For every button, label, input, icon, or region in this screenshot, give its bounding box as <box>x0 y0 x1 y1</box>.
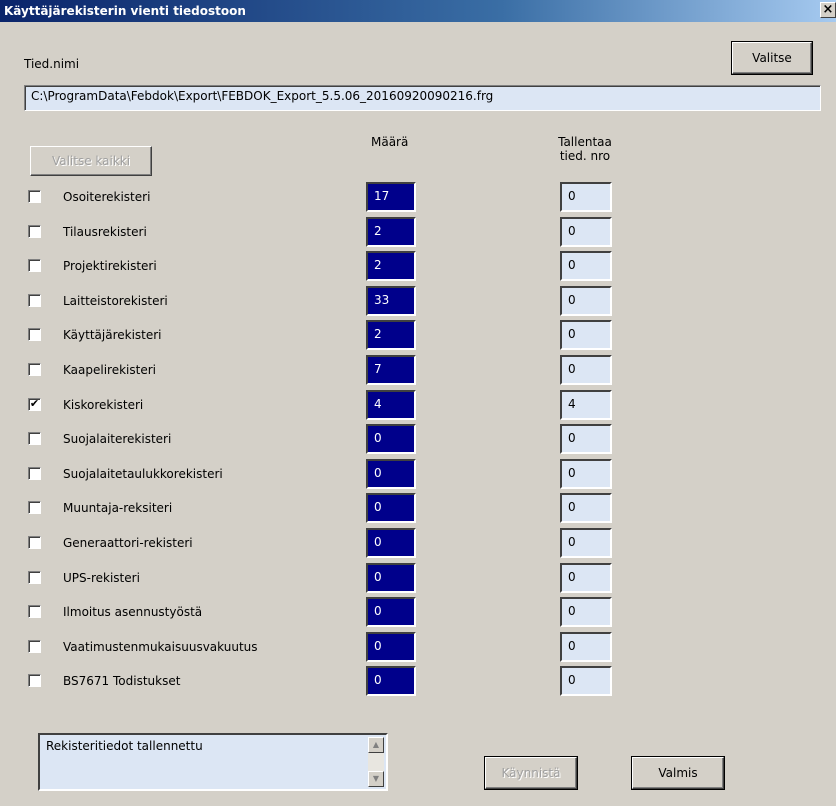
register-saved-number[interactable]: 0 <box>560 493 612 524</box>
register-label: Vaatimustenmukaisuusvakuutus <box>63 639 258 654</box>
register-row: Ilmoitus asennustyöstä 0 0 <box>0 597 836 628</box>
register-count: 4 <box>366 389 416 420</box>
register-checkbox[interactable] <box>28 605 41 619</box>
close-button[interactable]: × <box>820 2 836 18</box>
register-count: 2 <box>366 216 416 247</box>
register-row: ✔ Kiskorekisteri 4 4 <box>0 389 836 420</box>
register-count: 0 <box>366 562 416 593</box>
filename-label: Tied.nimi <box>24 57 80 71</box>
register-label: Muuntaja-reksiteri <box>63 501 173 516</box>
title-bar: Käyttäjärekisterin vienti tiedostoon × <box>0 0 836 22</box>
register-row: UPS-rekisteri 0 0 <box>0 562 836 593</box>
register-count: 0 <box>366 528 416 558</box>
status-text: Rekisteritiedot tallennettu <box>46 739 203 753</box>
register-saved-number[interactable]: 0 <box>560 631 612 662</box>
register-checkbox[interactable] <box>28 536 41 549</box>
register-count: 33 <box>366 285 416 316</box>
register-saved-number[interactable]: 0 <box>560 666 612 697</box>
register-label: Ilmoitus asennustyöstä <box>63 605 203 620</box>
register-label: Kiskorekisteri <box>63 397 144 412</box>
register-checkbox[interactable] <box>28 674 41 688</box>
register-checkbox[interactable] <box>28 639 41 653</box>
register-label: Suojalaiterekisteri <box>63 432 172 447</box>
register-label: Kaapelirekisteri <box>63 363 156 377</box>
register-row: Kaapelirekisteri 7 0 <box>0 355 836 385</box>
register-label: Projektirekisteri <box>63 259 157 274</box>
register-saved-number[interactable]: 0 <box>560 424 612 455</box>
register-row: Laitteistorekisteri 33 0 <box>0 285 836 316</box>
register-checkbox[interactable] <box>28 466 41 480</box>
status-scrollbar[interactable]: ▲ ▼ <box>368 737 384 787</box>
register-row: Generaattori-rekisteri 0 0 <box>0 528 836 558</box>
register-saved-number[interactable]: 0 <box>560 285 612 316</box>
register-checkbox[interactable] <box>28 432 41 446</box>
scroll-up-icon[interactable]: ▲ <box>368 737 384 753</box>
register-checkbox[interactable] <box>28 293 41 307</box>
done-button[interactable]: Valmis <box>631 756 725 790</box>
register-row: Muuntaja-reksiteri 0 0 <box>0 493 836 524</box>
register-saved-number[interactable]: 0 <box>560 320 612 351</box>
register-label: BS7671 Todistukset <box>63 674 181 689</box>
register-count: 0 <box>366 493 416 524</box>
filename-field[interactable]: C:\ProgramData\Febdok\Export\FEBDOK_Expo… <box>24 85 821 111</box>
register-row: Osoiterekisteri 17 0 <box>0 182 836 212</box>
register-row: Suojalaiterekisteri 0 0 <box>0 424 836 455</box>
register-label: Käyttäjärekisteri <box>63 328 162 343</box>
register-row: Käyttäjärekisteri 2 0 <box>0 320 836 351</box>
register-saved-number[interactable]: 0 <box>560 597 612 628</box>
register-count: 0 <box>366 458 416 489</box>
register-row: Tilausrekisteri 2 0 <box>0 216 836 247</box>
register-count: 0 <box>366 666 416 697</box>
register-checkbox[interactable] <box>28 224 41 238</box>
register-checkbox[interactable] <box>28 190 41 203</box>
register-count: 2 <box>366 320 416 351</box>
register-saved-number[interactable]: 0 <box>560 251 612 282</box>
register-label: Tilausrekisteri <box>63 224 147 239</box>
select-file-button[interactable]: Valitse <box>731 41 813 75</box>
register-saved-number[interactable]: 0 <box>560 216 612 247</box>
register-label: Laitteistorekisteri <box>63 293 168 308</box>
register-saved-number[interactable]: 0 <box>560 182 612 212</box>
register-count: 0 <box>366 597 416 628</box>
register-checkbox[interactable] <box>28 328 41 342</box>
register-saved-number[interactable]: 4 <box>560 389 612 420</box>
select-all-button[interactable]: Valitse kaikki <box>30 146 152 176</box>
register-checkbox[interactable] <box>28 259 41 273</box>
register-checkbox[interactable] <box>28 501 41 515</box>
register-checkbox[interactable] <box>28 570 41 584</box>
count-column-header: Määrä <box>371 135 409 149</box>
register-row: BS7671 Todistukset 0 0 <box>0 666 836 697</box>
register-row: Suojalaitetaulukkorekisteri 0 0 <box>0 458 836 489</box>
register-label: Generaattori-rekisteri <box>63 536 193 550</box>
register-saved-number[interactable]: 0 <box>560 458 612 489</box>
register-saved-number[interactable]: 0 <box>560 355 612 385</box>
register-count: 0 <box>366 424 416 455</box>
window-title: Käyttäjärekisterin vienti tiedostoon <box>4 4 246 18</box>
status-box: Rekisteritiedot tallennettu ▲ ▼ <box>38 733 388 791</box>
saved-column-header: Tallentaa tied. nro <box>540 135 630 163</box>
register-saved-number[interactable]: 0 <box>560 562 612 593</box>
register-count: 2 <box>366 251 416 282</box>
register-checkbox[interactable]: ✔ <box>28 397 41 411</box>
register-row: Vaatimustenmukaisuusvakuutus 0 0 <box>0 631 836 662</box>
register-label: Suojalaitetaulukkorekisteri <box>63 466 223 481</box>
register-saved-number[interactable]: 0 <box>560 528 612 558</box>
saved-column-header-line1: Tallentaa <box>558 135 612 149</box>
register-label: UPS-rekisteri <box>63 570 140 585</box>
register-count: 17 <box>366 182 416 212</box>
register-checkbox[interactable] <box>28 363 41 376</box>
register-count: 7 <box>366 355 416 385</box>
register-row: Projektirekisteri 2 0 <box>0 251 836 282</box>
start-button[interactable]: Käynnistä <box>484 756 578 790</box>
scroll-down-icon[interactable]: ▼ <box>368 771 384 787</box>
register-count: 0 <box>366 631 416 662</box>
close-icon: × <box>822 2 834 17</box>
saved-column-header-line2: tied. nro <box>559 149 611 163</box>
register-label: Osoiterekisteri <box>63 190 151 204</box>
